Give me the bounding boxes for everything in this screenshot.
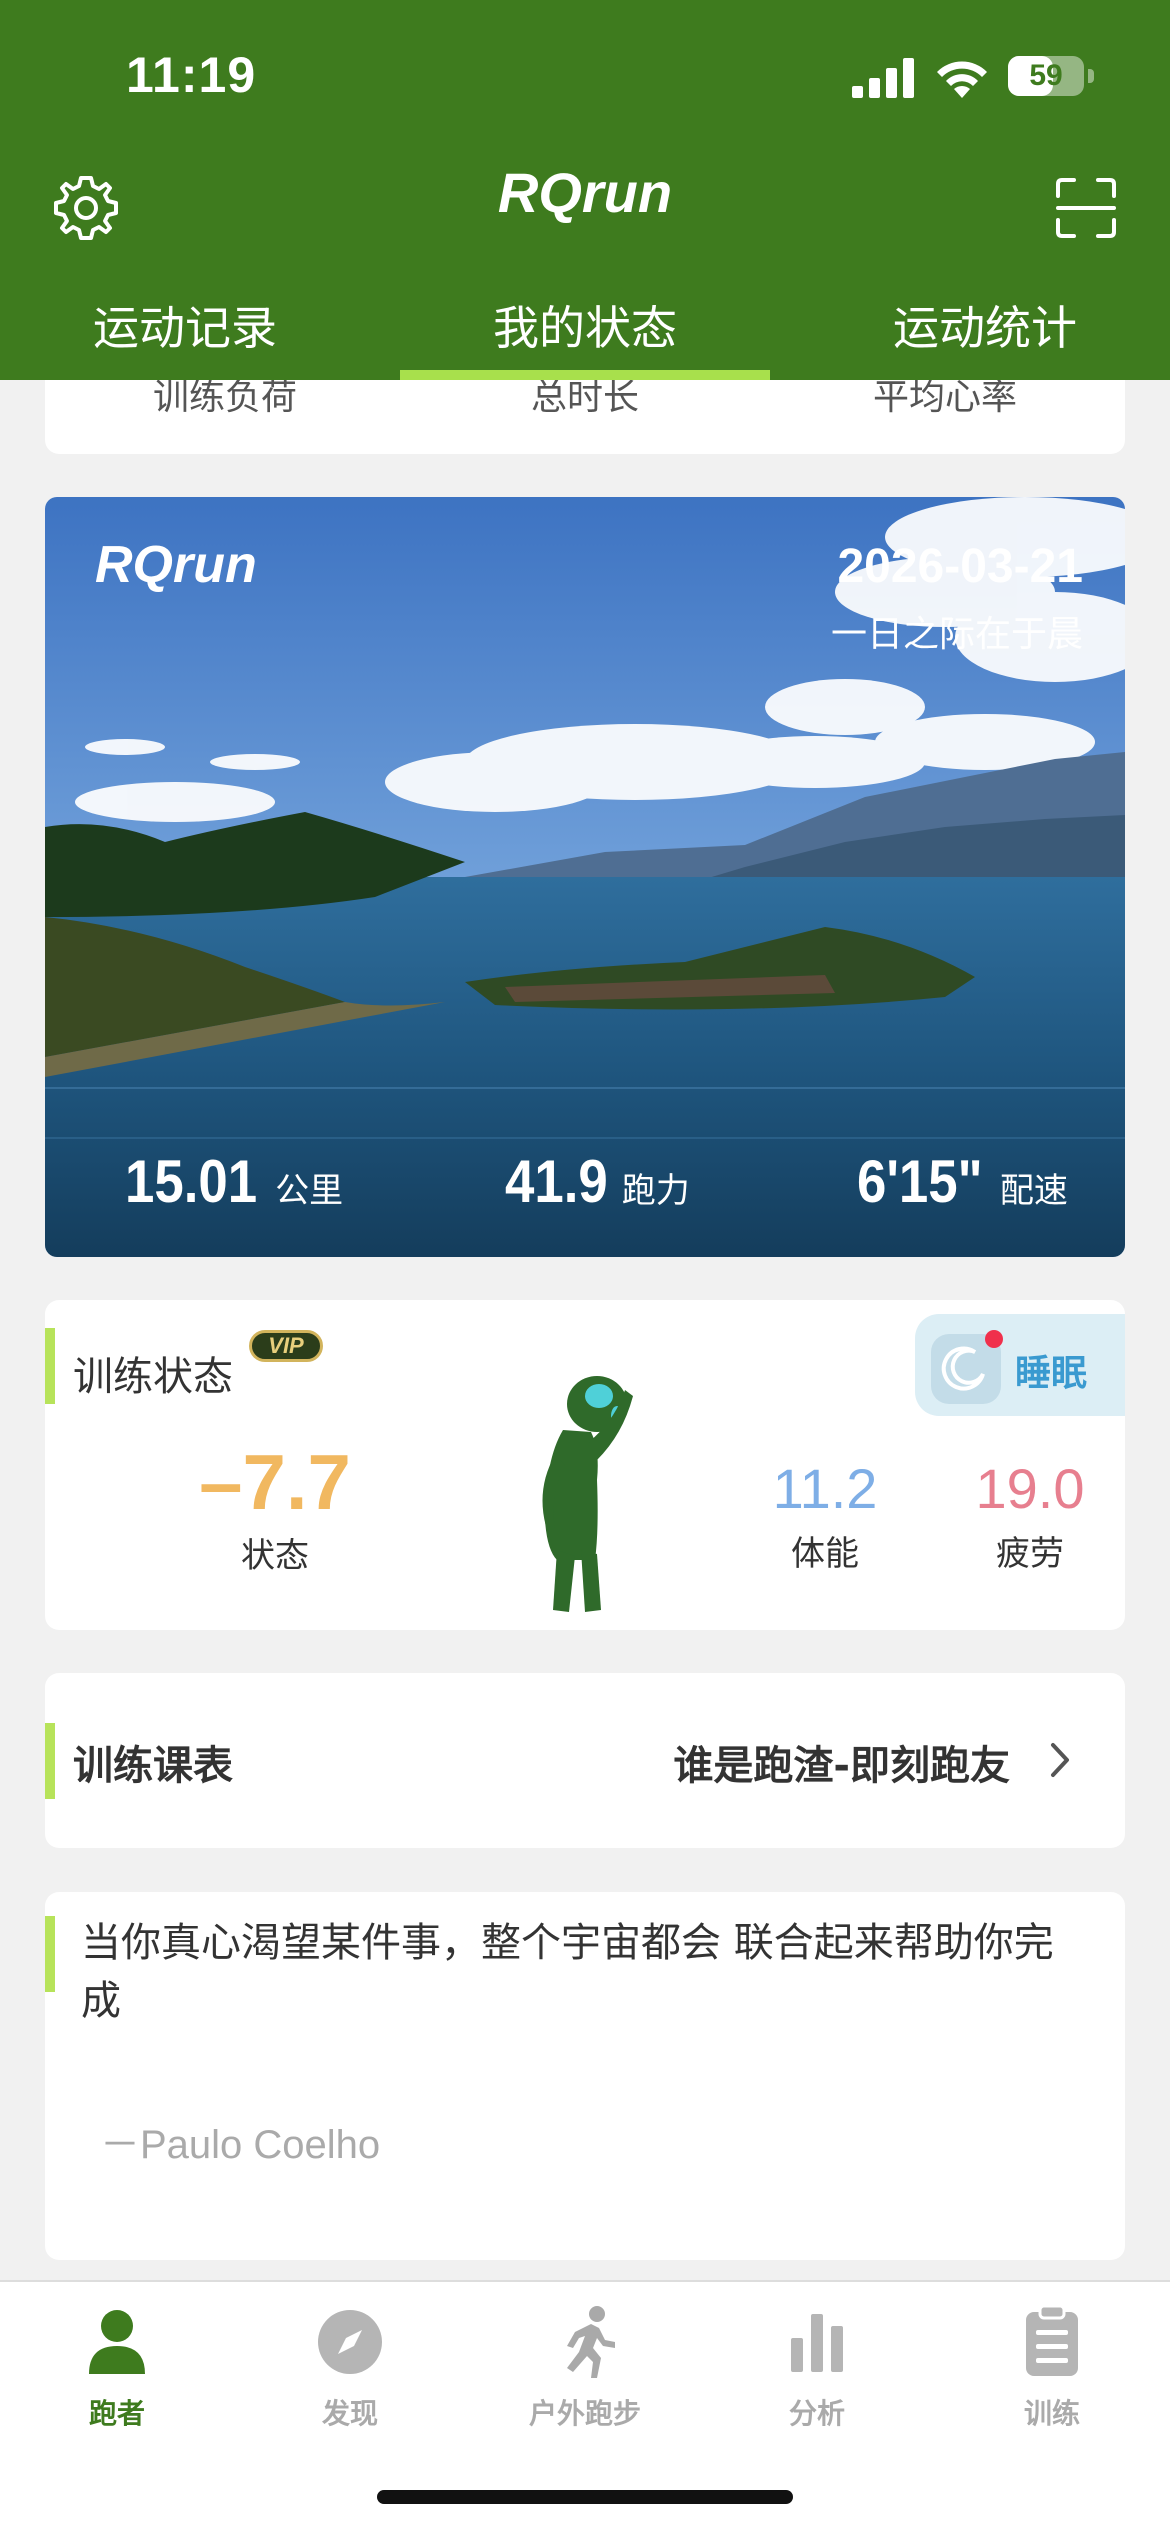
- fatigue-label: 疲劳: [996, 1534, 1064, 1574]
- fatigue-metric: 19.0 疲劳: [930, 1456, 1125, 1575]
- photo-date: 2026-03-21: [837, 540, 1083, 593]
- clipboard-icon: [1026, 2304, 1078, 2376]
- pace-unit: 配速: [999, 1171, 1068, 1211]
- fitness-metric: 11.2 体能: [725, 1456, 925, 1575]
- share-photo-card[interactable]: RQrun 2026-03-21 一日之际在于晨 15.01 公里 41.9 跑力 …: [45, 497, 1125, 1257]
- photo-brand-watermark: RQrun: [95, 536, 257, 594]
- nav-analysis[interactable]: 分析: [717, 2302, 917, 2442]
- nav-label: 户外跑步: [528, 2397, 641, 2430]
- battery-percent: 59: [1029, 59, 1063, 92]
- training-plan-title: 训练课表: [73, 1743, 233, 1789]
- vip-badge: VIP: [249, 1330, 323, 1362]
- chevron-right-icon: [1051, 1743, 1069, 1777]
- status-time: 11:19: [126, 47, 257, 103]
- nav-training[interactable]: 训练: [952, 2302, 1152, 2442]
- person-icon: [89, 2310, 145, 2374]
- running-power-unit: 跑力: [621, 1171, 690, 1211]
- nav-label: 训练: [1023, 2397, 1080, 2430]
- distance-unit: 公里: [275, 1171, 344, 1211]
- training-state-title: 训练状态: [73, 1354, 233, 1400]
- distance-value: 15.01: [125, 1148, 258, 1215]
- quote-text: 当你真心渴望某件事，整个宇宙都会 联合起来帮助你完成: [81, 1920, 1054, 2024]
- state-metric: –7.7 状态: [175, 1440, 375, 1577]
- runner-icon: [567, 2306, 615, 2378]
- quote-card: 当你真心渴望某件事，整个宇宙都会 联合起来帮助你完成 －Paulo Coelho: [45, 1892, 1125, 2260]
- status-bar: 11:19 59: [0, 0, 1170, 150]
- nav-label: 跑者: [88, 2397, 145, 2430]
- tired-runner-illustration: [542, 1376, 633, 1612]
- battery-tip: [1088, 69, 1094, 83]
- training-plan-name: 谁是跑渣-即刻跑友: [673, 1743, 1010, 1789]
- active-tab-indicator: [400, 370, 770, 380]
- nav-label: 分析: [788, 2397, 845, 2430]
- section-accent-bar: [45, 1916, 55, 1992]
- quote-author: －Paulo Coelho: [100, 2123, 381, 2167]
- pace-value: 6'15": [857, 1148, 983, 1215]
- bar-chart-icon: [791, 2314, 843, 2372]
- tab-my-status[interactable]: 我的状态: [405, 292, 765, 372]
- running-power-value: 41.9: [505, 1148, 608, 1215]
- photo-stat-pace: 6'15" 配速: [857, 1147, 1068, 1216]
- scan-icon[interactable]: [1054, 176, 1118, 240]
- training-plan-card[interactable]: 训练课表 谁是跑渣-即刻跑友: [45, 1673, 1125, 1848]
- app-header: 11:19 59 RQrun 运动记录 我的状态 运动统计: [0, 0, 1170, 380]
- tab-workout-stats[interactable]: 运动统计: [805, 292, 1165, 372]
- wifi-icon: [937, 61, 987, 98]
- tab-workout-records[interactable]: 运动记录: [5, 292, 365, 372]
- nav-discover[interactable]: 发现: [250, 2302, 450, 2442]
- nav-label: 发现: [321, 2397, 378, 2430]
- compass-icon: [318, 2310, 382, 2374]
- photo-stat-distance: 15.01 公里: [125, 1147, 343, 1216]
- photo-quote: 一日之际在于晨: [830, 614, 1083, 655]
- battery-icon: 59: [1008, 56, 1084, 96]
- home-indicator: [377, 2490, 793, 2504]
- nav-runner[interactable]: 跑者: [17, 2302, 217, 2442]
- state-value: –7.7: [199, 1438, 351, 1526]
- cellular-signal-icon: [852, 58, 914, 98]
- notification-dot: [985, 1330, 1003, 1348]
- sleep-button[interactable]: 睡眠: [915, 1314, 1125, 1416]
- section-accent-bar: [45, 1328, 55, 1404]
- training-state-card[interactable]: 训练状态 VIP 睡眠 –7.7 状态 11.2 体能 19.0 疲劳: [45, 1300, 1125, 1630]
- nav-outdoor-run[interactable]: 户外跑步: [485, 2302, 685, 2442]
- fatigue-value: 19.0: [975, 1457, 1085, 1520]
- section-accent-bar: [45, 1723, 55, 1799]
- sleep-label: 睡眠: [1015, 1353, 1088, 1394]
- fitness-label: 体能: [791, 1534, 859, 1574]
- state-label: 状态: [241, 1536, 309, 1576]
- app-title: RQrun: [497, 161, 673, 224]
- fitness-value: 11.2: [772, 1457, 878, 1520]
- photo-stat-running-power: 41.9 跑力: [505, 1147, 690, 1216]
